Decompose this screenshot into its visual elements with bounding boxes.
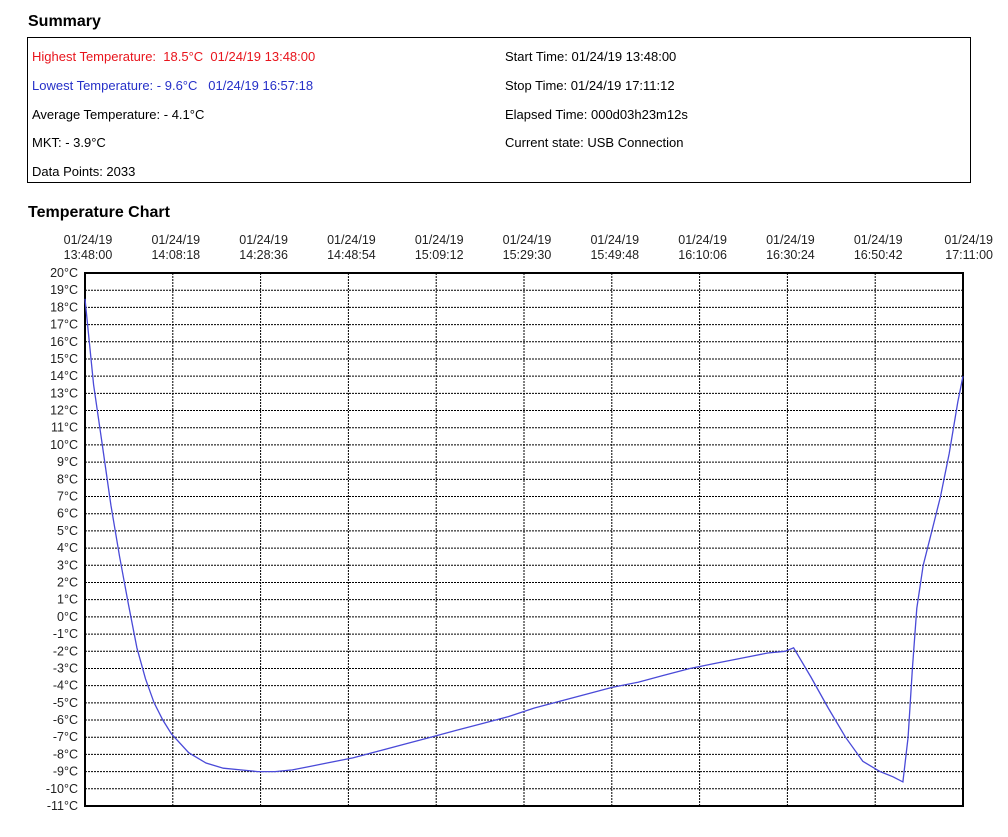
y-tick-label: 13°C <box>50 386 78 400</box>
y-tick-label: 0°C <box>57 610 78 624</box>
x-tick-time: 15:29:30 <box>503 248 552 262</box>
y-tick-label: 2°C <box>57 575 78 589</box>
x-tick-date: 01/24/19 <box>415 233 464 247</box>
y-tick-label: -8°C <box>53 747 78 761</box>
x-tick-time: 16:30:24 <box>766 248 815 262</box>
y-tick-label: -4°C <box>53 679 78 693</box>
y-tick-label: 5°C <box>57 524 78 538</box>
x-tick-date: 01/24/19 <box>766 233 815 247</box>
x-tick-time: 16:10:06 <box>678 248 727 262</box>
x-tick-date: 01/24/19 <box>590 233 639 247</box>
y-tick-label: 17°C <box>50 318 78 332</box>
x-tick-time: 17:11:00 <box>945 248 993 262</box>
y-tick-label: 4°C <box>57 541 78 555</box>
x-tick-time: 14:28:36 <box>239 248 288 262</box>
x-tick-time: 15:49:48 <box>590 248 639 262</box>
y-tick-label: 19°C <box>50 283 78 297</box>
y-tick-label: -9°C <box>53 765 78 779</box>
y-tick-label: -10°C <box>46 782 78 796</box>
temperature-chart: 20°C 19°C 18°C 17°C 16°C 15°C 14°C 13°C 12°C 11°C… <box>46 233 993 813</box>
x-tick-date: 01/24/19 <box>64 233 113 247</box>
x-tick-time: 14:48:54 <box>327 248 376 262</box>
y-tick-label: 8°C <box>57 472 78 486</box>
x-tick-date: 01/24/19 <box>503 233 552 247</box>
y-tick-label: -1°C <box>53 627 78 641</box>
y-tick-label: 14°C <box>50 369 78 383</box>
x-tick-date: 01/24/19 <box>678 233 727 247</box>
y-tick-label: -5°C <box>53 696 78 710</box>
x-tick-date: 01/24/19 <box>944 233 993 247</box>
x-tick-date: 01/24/19 <box>854 233 903 247</box>
y-tick-label: 18°C <box>50 300 78 314</box>
y-tick-label: 6°C <box>57 507 78 521</box>
x-tick-time: 16:50:42 <box>854 248 903 262</box>
x-tick-time: 14:08:18 <box>151 248 200 262</box>
y-tick-label: 10°C <box>50 438 78 452</box>
y-tick-label: 9°C <box>57 455 78 469</box>
y-tick-label: 15°C <box>50 352 78 366</box>
y-tick-label: 12°C <box>50 404 78 418</box>
y-tick-label: 16°C <box>50 335 78 349</box>
x-tick-date: 01/24/19 <box>327 233 376 247</box>
y-tick-label: 11°C <box>51 421 78 435</box>
y-tick-label: -11°C <box>47 799 78 813</box>
y-tick-label: 1°C <box>57 593 78 607</box>
x-tick-time: 13:48:00 <box>64 248 113 262</box>
x-tick-time: 15:09:12 <box>415 248 464 262</box>
y-tick-label: 7°C <box>57 490 78 504</box>
y-tick-label: 20°C <box>50 266 78 280</box>
y-tick-label: -6°C <box>53 713 78 727</box>
y-tick-label: -2°C <box>53 644 78 658</box>
x-tick-date: 01/24/19 <box>151 233 200 247</box>
y-tick-label: -3°C <box>53 661 78 675</box>
y-tick-label: 3°C <box>57 558 78 572</box>
x-tick-date: 01/24/19 <box>239 233 288 247</box>
y-tick-label: -7°C <box>53 730 78 744</box>
